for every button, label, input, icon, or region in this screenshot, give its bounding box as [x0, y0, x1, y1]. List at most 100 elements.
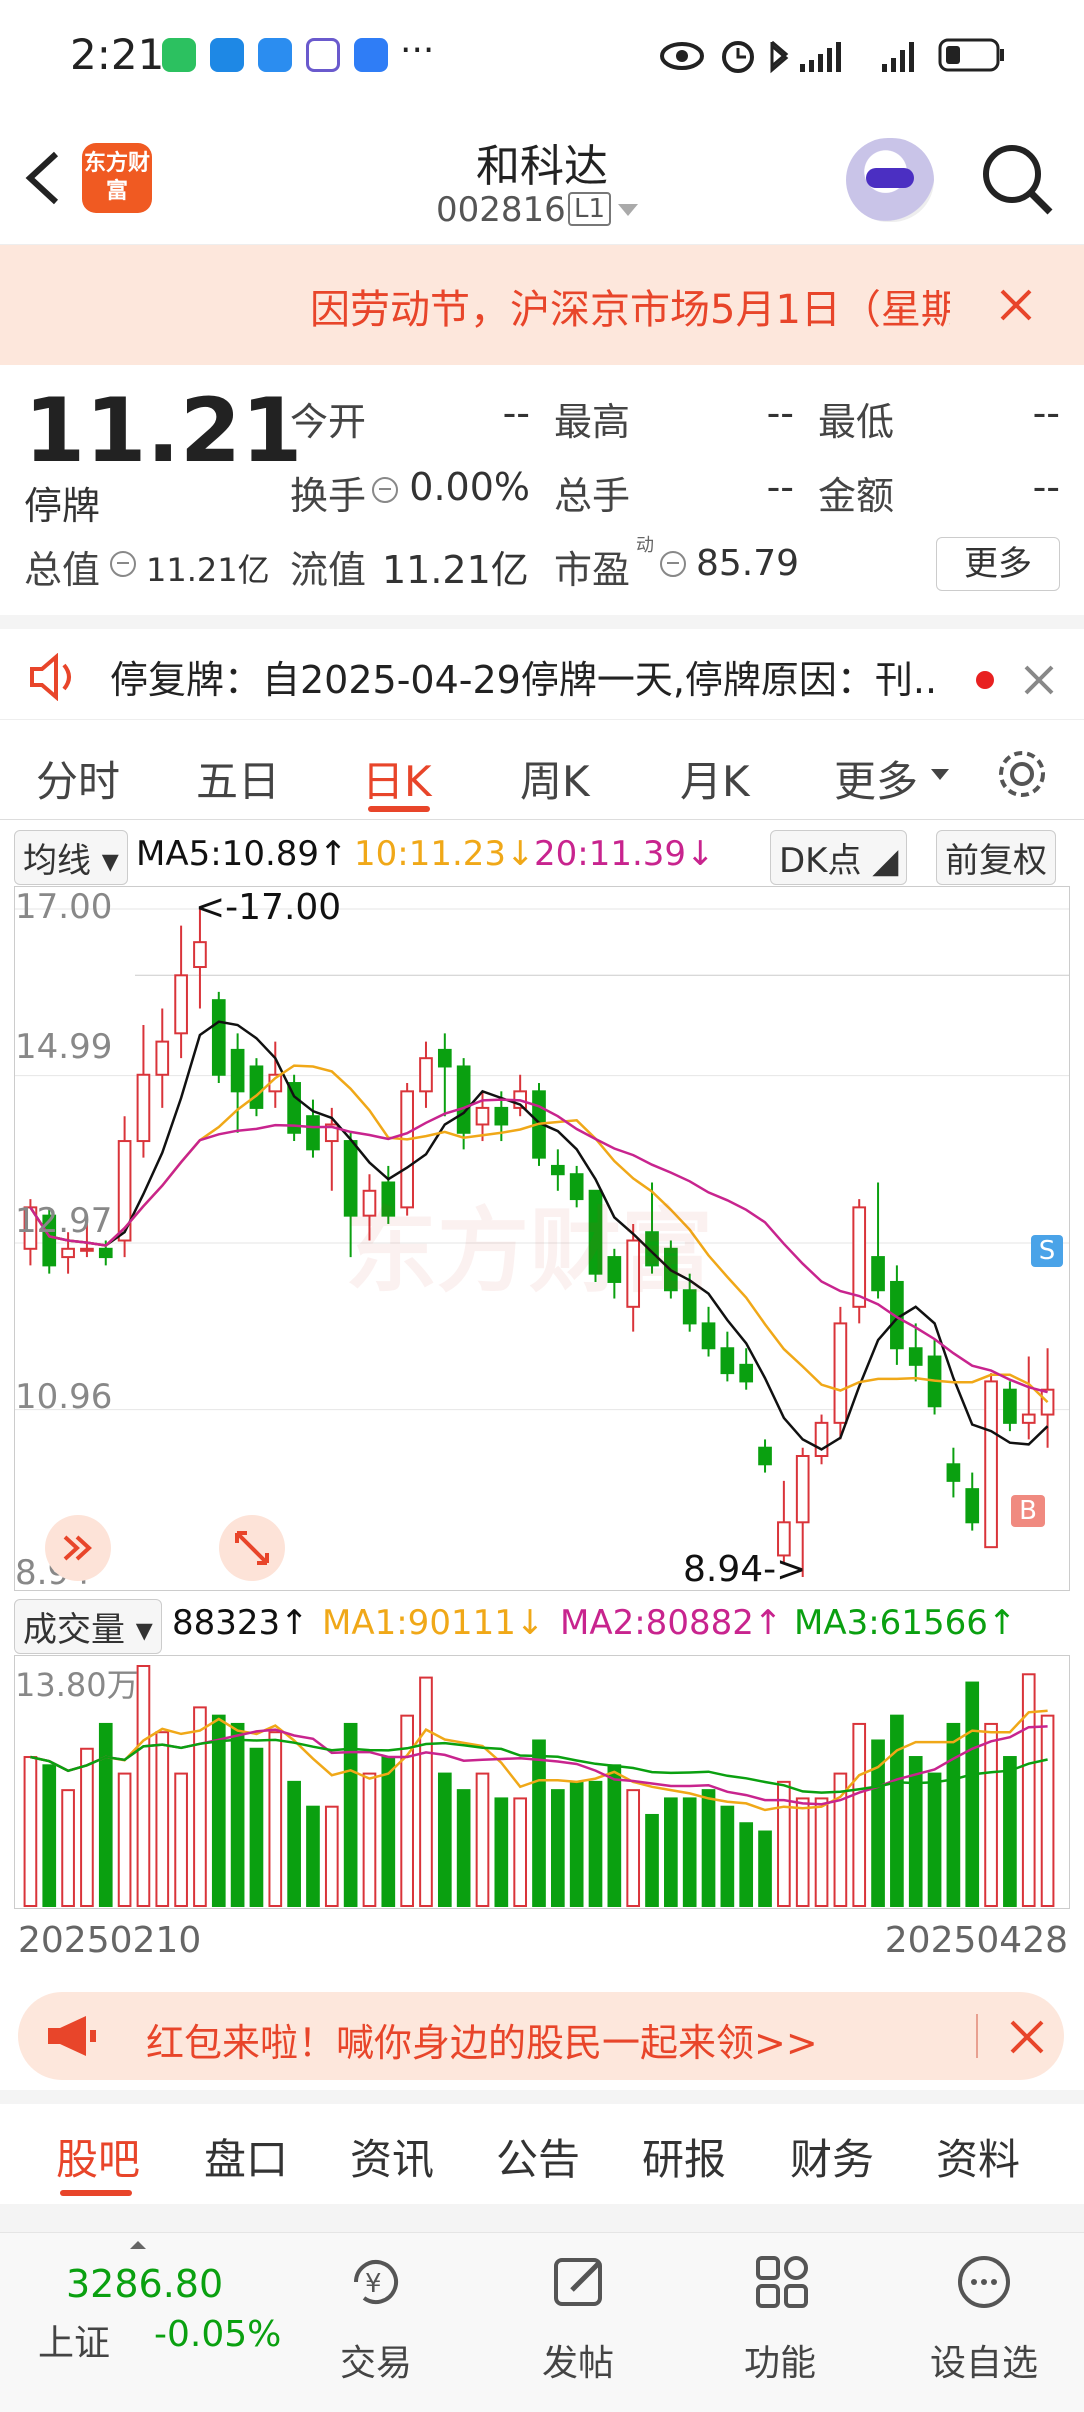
volume-label: 总手 [554, 474, 631, 518]
volume-svg [23, 1665, 1055, 1908]
volume-bar [61, 1789, 75, 1907]
open-value: -- [502, 391, 530, 435]
tab-intraday[interactable]: 分时 [36, 748, 120, 809]
adjust-button[interactable]: 前复权 [936, 830, 1056, 885]
volume-indicator-select[interactable]: 成交量 ▾ [14, 1599, 162, 1654]
candle-body [758, 1446, 772, 1466]
promo-banner[interactable]: 红包来啦！喊你身边的股民一起来领>> [18, 1992, 1064, 2080]
ma20-value: 20:11.39↓ [534, 834, 715, 874]
candle-body [550, 1164, 565, 1176]
index-value[interactable]: 3286.80 [66, 2262, 223, 2306]
fullscreen-button[interactable] [219, 1515, 285, 1581]
system-status-icons [660, 38, 1004, 74]
buy-marker[interactable]: B [1011, 1495, 1045, 1527]
close-icon[interactable] [998, 287, 1034, 323]
volume-bar [475, 1772, 490, 1907]
axis-label-10-96: 10.96 [15, 1377, 113, 1417]
volume-bar [324, 1805, 339, 1907]
add-watchlist-icon[interactable] [954, 2252, 1014, 2312]
close-icon[interactable] [1008, 2018, 1046, 2056]
trade-label[interactable]: 交易 [316, 2334, 436, 2386]
amount-label: 金额 [818, 474, 895, 518]
index-change[interactable]: -0.05% [154, 2314, 281, 2355]
index-name[interactable]: 上证 [38, 2314, 110, 2366]
candle-body [136, 1073, 151, 1143]
axis-label-14-99: 14.99 [15, 1027, 113, 1067]
chevron-down-icon[interactable] [616, 202, 640, 220]
info-icon[interactable] [658, 549, 688, 579]
chat-icon [258, 38, 292, 72]
trade-icon[interactable]: ¥ [346, 2252, 406, 2312]
dk-point-button[interactable]: DK点 ◢ [770, 830, 908, 885]
sell-marker[interactable]: S [1031, 1235, 1063, 1267]
volume-bar [682, 1797, 697, 1907]
unread-dot [976, 671, 994, 689]
tab-financials[interactable]: 财务 [790, 2126, 874, 2187]
trading-status: 停牌 [24, 484, 101, 528]
expand-panel-button[interactable] [45, 1515, 111, 1581]
tab-news[interactable]: 资讯 [350, 2126, 434, 2187]
volume-bar [984, 1722, 998, 1908]
kline-chart[interactable]: 17.00 14.99 12.97 10.96 8.94 <-17.00 8.9… [14, 886, 1070, 1593]
volume-bar [908, 1756, 923, 1907]
ma5-value: MA5:10.89↑ [136, 834, 348, 874]
gear-icon[interactable] [994, 746, 1050, 802]
volume-bar [306, 1805, 320, 1907]
volume-bar [287, 1780, 301, 1907]
tab-research[interactable]: 研报 [642, 2126, 726, 2187]
volume-value: 88323↑ [172, 1603, 309, 1643]
volume-chart[interactable]: 13.80万 [14, 1655, 1070, 1909]
volume-bar [569, 1780, 584, 1907]
volume-legend-bar: 成交量 ▾ 88323↑ MA1:90111↓ MA2:80882↑ MA3:6… [0, 1595, 1084, 1654]
volume-bar [532, 1739, 546, 1907]
volume-bar [230, 1722, 245, 1908]
volume-bar [890, 1714, 904, 1908]
start-date: 20250210 [18, 1920, 202, 1961]
candle-body [965, 1488, 980, 1524]
status-bar: 2:21 ··· [0, 0, 1084, 110]
volume-bar [98, 1722, 113, 1908]
tab-pankou[interactable]: 盘口 [204, 2126, 288, 2187]
post-label[interactable]: 发帖 [518, 2334, 638, 2386]
candle-body [814, 1421, 829, 1457]
halt-notice-text: 停复牌：自2025-04-29停牌一天,停牌原因：刊... [110, 658, 940, 702]
high-annotation: <-17.00 [195, 887, 342, 928]
candle-body [946, 1463, 961, 1482]
low-annotation: 8.94-> [683, 1549, 807, 1590]
close-icon[interactable] [1022, 663, 1056, 697]
volume-bar [456, 1789, 471, 1907]
holiday-notice-text: 因劳动节，沪深京市场5月1日（星期 [310, 287, 950, 333]
ma-indicator-select[interactable]: 均线 ▾ [14, 830, 128, 885]
halt-notice[interactable]: 停复牌：自2025-04-29停牌一天,停牌原因：刊... [0, 615, 1084, 720]
tab-weekly-k[interactable]: 周K [520, 748, 590, 809]
open-label: 今开 [290, 400, 367, 444]
volume-bar [871, 1739, 885, 1907]
caret-up-icon[interactable] [128, 2240, 148, 2250]
vol-ma3-value: MA3:61566↑ [794, 1603, 1017, 1643]
info-icon[interactable] [370, 475, 400, 505]
speaker-icon [30, 653, 71, 701]
tab-five-day[interactable]: 五日 [196, 748, 280, 809]
megaphone-icon [48, 2016, 96, 2056]
post-icon[interactable] [550, 2252, 610, 2312]
candle-body [475, 1106, 490, 1126]
functions-label[interactable]: 功能 [720, 2334, 840, 2386]
search-icon[interactable] [978, 140, 1058, 220]
tab-announcements[interactable]: 公告 [496, 2126, 580, 2187]
candle-body [833, 1322, 848, 1424]
volume-bar [588, 1780, 603, 1907]
date-axis: 20250210 20250428 [18, 1920, 1068, 1961]
functions-icon[interactable] [752, 2252, 812, 2312]
more-button[interactable]: 更多 [936, 537, 1060, 591]
dropdown-arrow-icon[interactable] [930, 768, 950, 782]
robot-assistant-icon[interactable] [846, 138, 934, 222]
tab-more[interactable]: 更多 [834, 748, 918, 809]
add-watchlist-label[interactable]: 设自选 [924, 2334, 1044, 2386]
info-icon[interactable] [108, 549, 138, 579]
holiday-notice[interactable]: 因劳动节，沪深京市场5月1日（星期 [0, 245, 1084, 365]
tab-guba[interactable]: 股吧 [56, 2126, 140, 2187]
turnover-label: 换手 [290, 474, 367, 518]
tab-profile[interactable]: 资料 [936, 2126, 1020, 2187]
tab-daily-k[interactable]: 日K [362, 748, 432, 809]
tab-monthly-k[interactable]: 月K [680, 748, 750, 809]
